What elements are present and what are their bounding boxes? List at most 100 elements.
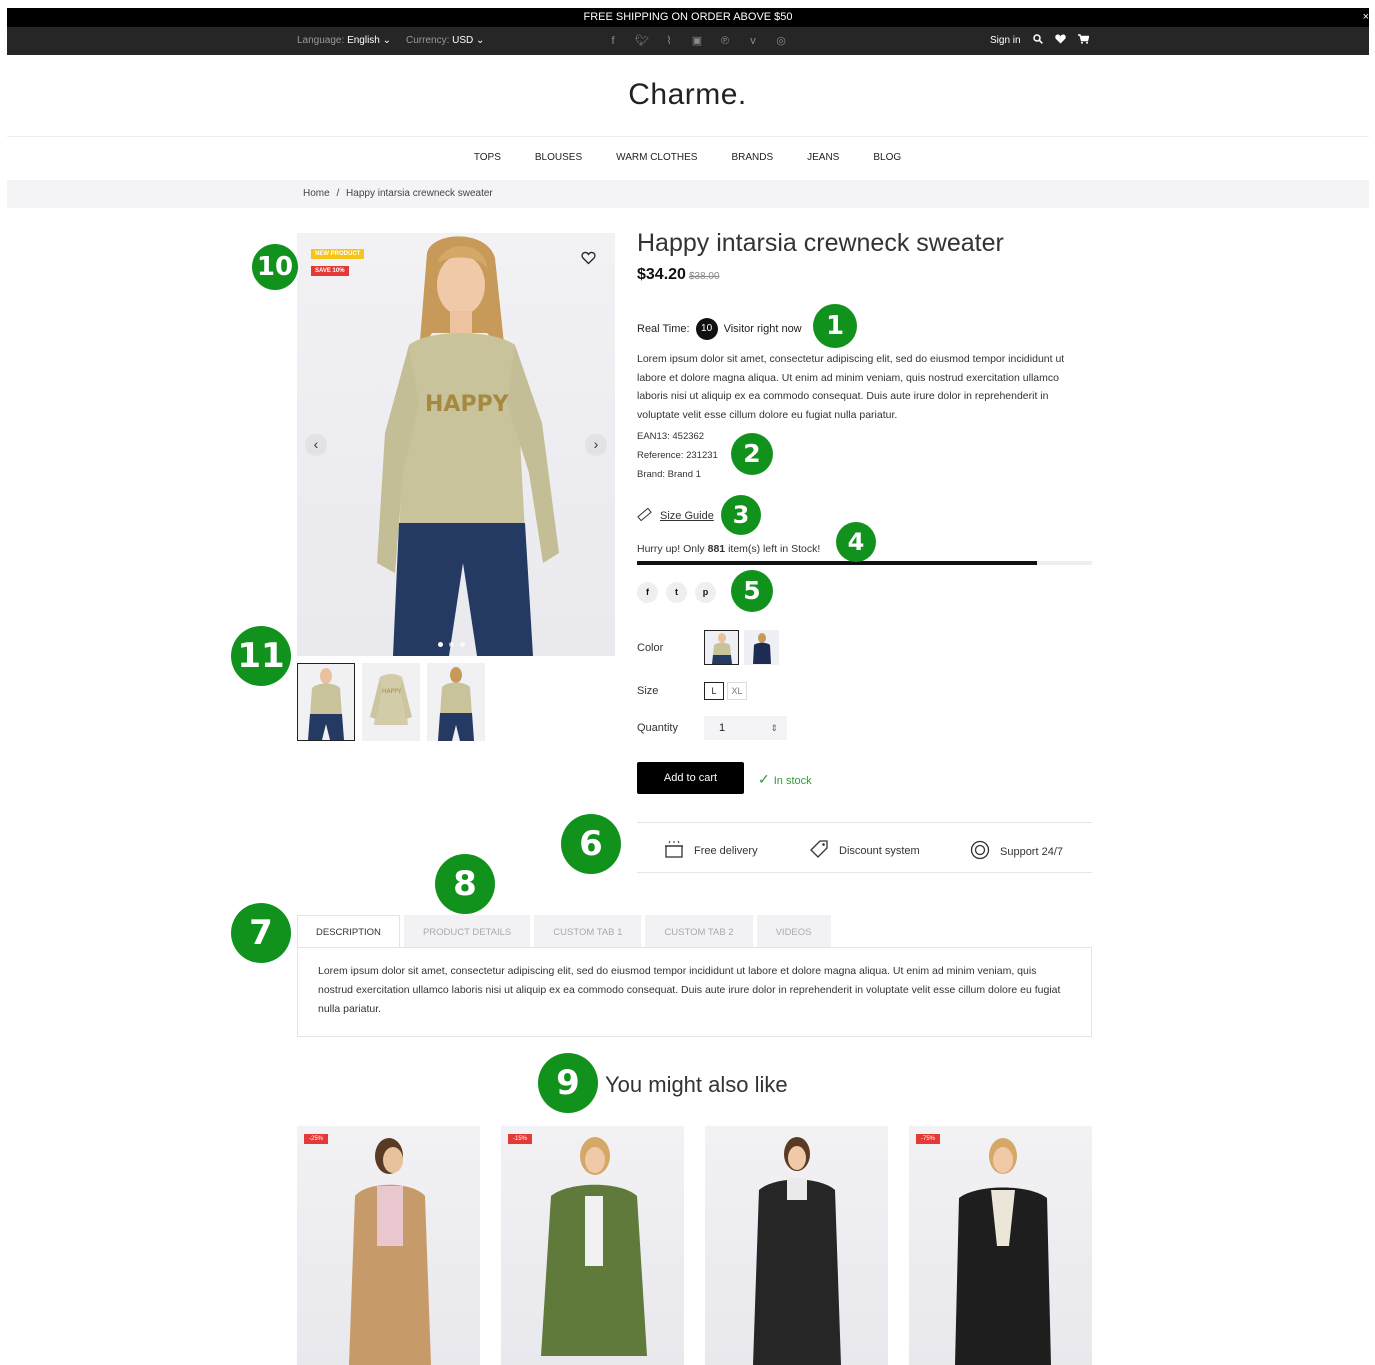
- divider: [7, 136, 1369, 137]
- heart-icon[interactable]: [1054, 27, 1066, 55]
- tab-description[interactable]: DESCRIPTION: [297, 915, 400, 948]
- quantity-stepper[interactable]: 1 ⇕: [704, 716, 787, 740]
- slider-dot[interactable]: [449, 642, 454, 647]
- model-photo: HAPPY: [377, 236, 559, 656]
- discount-badge: -15%: [508, 1134, 533, 1144]
- nav-item-blouses[interactable]: BLOUSES: [535, 152, 582, 163]
- pinterest-share-icon[interactable]: p: [695, 582, 716, 603]
- realtime-label: Real Time:: [637, 323, 690, 335]
- close-promo-icon[interactable]: ×: [1363, 8, 1369, 27]
- current-price: $34.20: [637, 266, 686, 283]
- feature-discount-system: Discount system: [809, 840, 920, 862]
- prev-image-button[interactable]: ‹: [305, 434, 327, 456]
- social-links: f 🐦︎ ⌇ ▣ ℗ v ◎: [607, 27, 787, 55]
- nav-item-warm-clothes[interactable]: WARM CLOTHES: [616, 152, 697, 163]
- feature-free-delivery: Free delivery: [664, 840, 758, 862]
- discount-badge: -25%: [304, 1134, 329, 1144]
- size-option-xl[interactable]: XL: [727, 682, 747, 700]
- brand-name: Brand: Brand 1: [637, 469, 701, 480]
- related-products-title: You might also like: [605, 1072, 788, 1097]
- currency-value: USD: [452, 35, 474, 46]
- tab-custom-2[interactable]: CUSTOM TAB 2: [645, 915, 753, 948]
- tab-product-details[interactable]: PRODUCT DETAILS: [403, 915, 531, 948]
- breadcrumb-separator: /: [336, 188, 340, 199]
- stepper-arrows-icon[interactable]: ⇕: [770, 716, 778, 740]
- annotation-marker-5: 5: [731, 570, 773, 612]
- annotation-marker-2: 2: [731, 433, 773, 475]
- annotation-marker-1: 1: [813, 304, 857, 348]
- svg-text:HAPPY: HAPPY: [425, 392, 510, 417]
- stock-progress-fill: [637, 561, 1038, 565]
- hurry-suffix: item(s) left in Stock!: [728, 543, 821, 555]
- sign-in-link[interactable]: Sign in: [990, 27, 1021, 55]
- visitor-text: Visitor right now: [723, 323, 802, 335]
- top-bar: Language: English ⌄ Currency: USD ⌄ f 🐦︎…: [7, 27, 1369, 55]
- thumbnail-3[interactable]: [427, 663, 485, 741]
- feature-label: Support 24/7: [1000, 846, 1063, 858]
- nav-item-brands[interactable]: BRANDS: [731, 152, 773, 163]
- check-icon: ✓: [758, 771, 770, 787]
- tab-videos[interactable]: VIDEOS: [756, 915, 831, 948]
- color-label: Color: [637, 642, 664, 654]
- wishlist-heart-icon[interactable]: [581, 251, 596, 270]
- main-nav: TOPS BLOUSES WARM CLOTHES BRANDS JEANS B…: [0, 152, 1375, 163]
- breadcrumb-home[interactable]: Home: [303, 188, 330, 199]
- language-selector[interactable]: Language: English ⌄: [297, 27, 391, 55]
- feature-label: Discount system: [839, 845, 920, 857]
- annotation-marker-6: 6: [561, 814, 621, 874]
- stock-message: Hurry up! Only 881 item(s) left in Stock…: [637, 543, 820, 555]
- size-option-l[interactable]: L: [704, 682, 724, 700]
- product-card[interactable]: -15%: [501, 1126, 684, 1365]
- tab-custom-1[interactable]: CUSTOM TAB 1: [534, 915, 642, 948]
- instagram-icon[interactable]: ◎: [775, 27, 787, 55]
- color-swatch-navy[interactable]: [744, 630, 779, 665]
- annotation-marker-4: 4: [836, 522, 876, 562]
- nav-item-jeans[interactable]: JEANS: [807, 152, 839, 163]
- color-swatch-beige[interactable]: [704, 630, 739, 665]
- feature-label: Free delivery: [694, 845, 758, 857]
- pinterest-icon[interactable]: ℗: [719, 27, 731, 55]
- tab-content: Lorem ipsum dolor sit amet, consectetur …: [297, 947, 1092, 1037]
- nav-item-tops[interactable]: TOPS: [474, 152, 501, 163]
- breadcrumb: Home / Happy intarsia crewneck sweater: [7, 180, 1369, 208]
- ean-code: EAN13: 452362: [637, 431, 705, 442]
- thumbnail-1[interactable]: [297, 663, 355, 741]
- promo-text: FREE SHIPPING ON ORDER ABOVE $50: [583, 11, 793, 23]
- add-to-cart-button[interactable]: Add to cart: [637, 762, 744, 794]
- product-card[interactable]: -25%: [297, 1126, 480, 1365]
- site-logo[interactable]: Charme.: [0, 78, 1375, 112]
- price-tag-icon: [809, 840, 829, 862]
- youtube-icon[interactable]: ▣: [691, 27, 703, 55]
- stock-count: 881: [707, 543, 726, 555]
- product-card[interactable]: -75%: [909, 1126, 1092, 1365]
- vimeo-icon[interactable]: v: [747, 27, 759, 55]
- annotation-marker-9: 9: [538, 1053, 598, 1113]
- twitter-icon[interactable]: 🐦︎: [635, 27, 649, 55]
- product-main-image[interactable]: NEW PRODUCT SAVE 10% HAPPY ‹ ›: [297, 233, 615, 656]
- facebook-share-icon[interactable]: f: [637, 582, 658, 603]
- product-short-description: Lorem ipsum dolor sit amet, consectetur …: [637, 353, 1065, 421]
- nav-item-blog[interactable]: BLOG: [873, 152, 901, 163]
- product-tabs: DESCRIPTION PRODUCT DETAILS CUSTOM TAB 1…: [297, 915, 831, 948]
- annotation-marker-8: 8: [435, 854, 495, 914]
- size-guide-link[interactable]: Size Guide: [637, 507, 714, 525]
- breadcrumb-current: Happy intarsia crewneck sweater: [346, 188, 493, 199]
- feature-support: Support 24/7: [970, 840, 1063, 864]
- thumbnail-2[interactable]: HAPPY: [362, 663, 420, 741]
- cart-icon[interactable]: [1077, 27, 1089, 55]
- currency-selector[interactable]: Currency: USD ⌄: [406, 27, 484, 55]
- search-icon[interactable]: [1032, 27, 1043, 55]
- slider-dot[interactable]: [460, 642, 465, 647]
- slider-dots: [438, 642, 465, 647]
- quantity-label: Quantity: [637, 722, 678, 734]
- slider-dot[interactable]: [438, 642, 443, 647]
- next-image-button[interactable]: ›: [585, 434, 607, 456]
- chevron-down-icon: ⌄: [476, 35, 485, 46]
- delivery-box-icon: [664, 840, 684, 862]
- rss-icon[interactable]: ⌇: [663, 27, 675, 55]
- facebook-icon[interactable]: f: [607, 27, 619, 55]
- product-card[interactable]: [705, 1126, 888, 1365]
- twitter-share-icon[interactable]: t: [666, 582, 687, 603]
- language-label: Language:: [297, 35, 345, 46]
- reference-code: Reference: 231231: [637, 450, 718, 461]
